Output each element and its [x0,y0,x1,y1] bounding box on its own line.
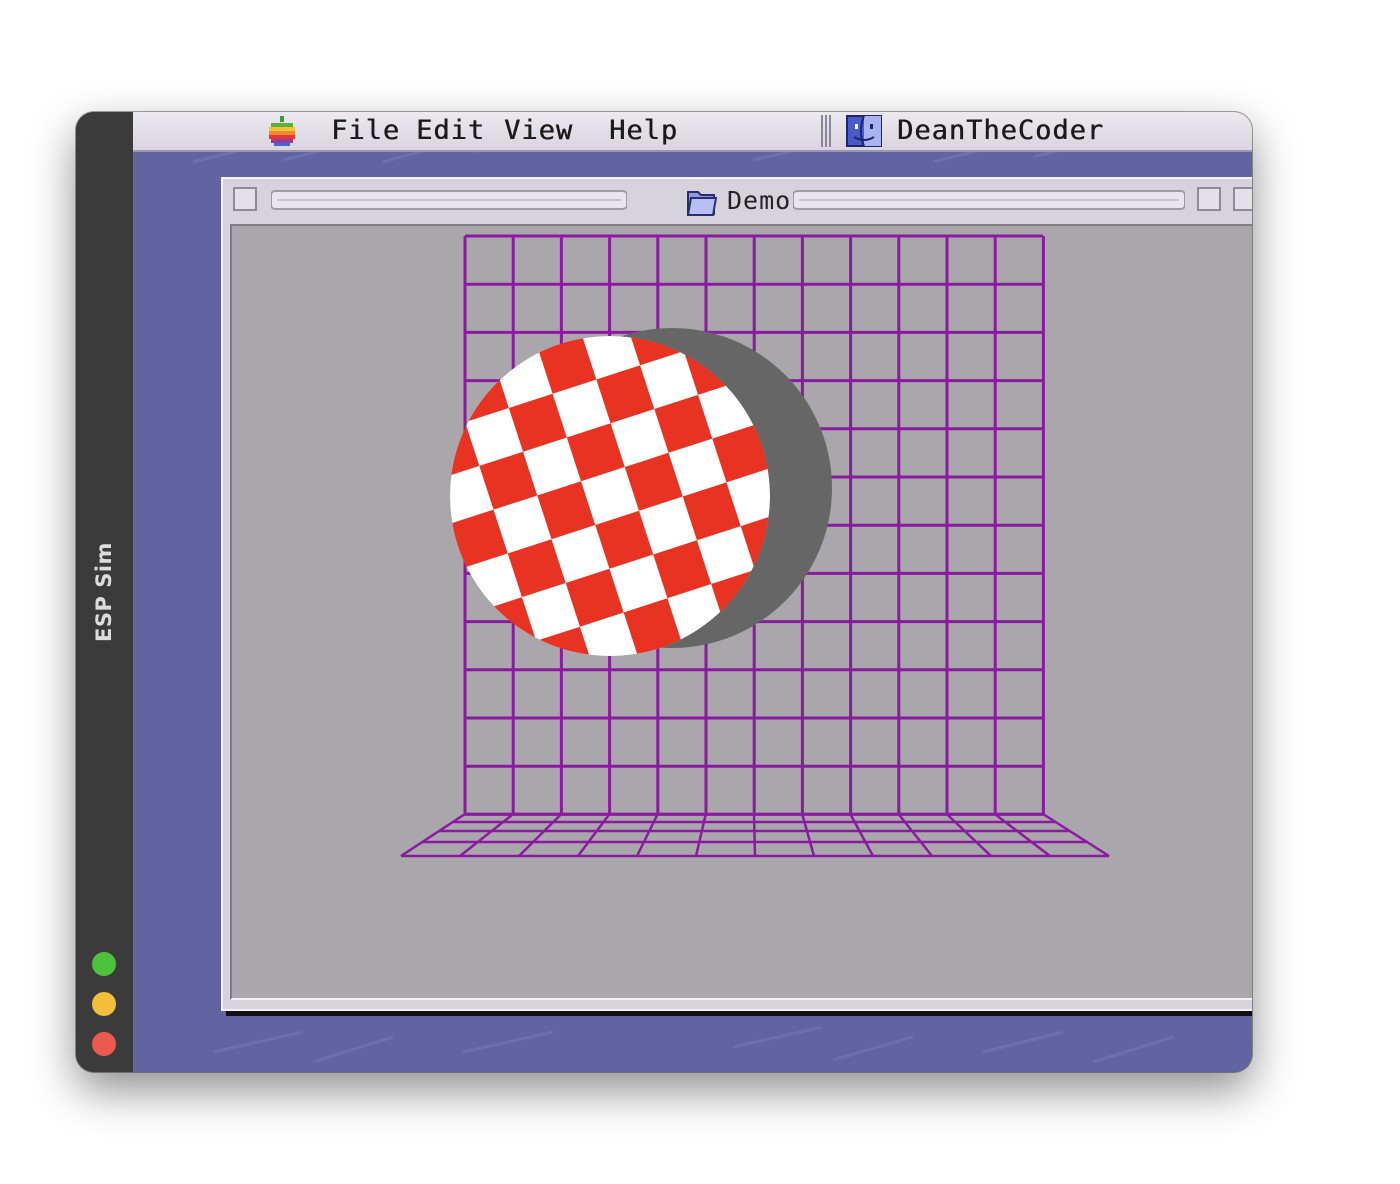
ball-check-square [450,655,507,656]
ball-check-square [480,336,539,365]
zoom-box-button[interactable] [1197,187,1221,211]
ball-check-square [305,363,363,421]
folder-icon [686,191,718,216]
simulator-window: ESP Sim File Edit View Help DeanTheCoder… [76,112,1252,1072]
menu-edit[interactable]: Edit [416,114,485,148]
title-bar-stripes-right [793,190,1185,210]
ball-check-square [477,743,535,801]
ball-check-square [771,308,829,366]
ball-check-square [363,393,421,451]
amiga-ball-demo [305,226,1110,858]
ball-check-square [419,713,477,771]
ball-check-square [335,305,393,363]
menu-view[interactable]: View [504,114,573,148]
ball-check-square [743,226,801,279]
ball-check-square [362,538,420,596]
ball-check-square [685,226,743,249]
ball-check-square [827,629,885,687]
app-name[interactable]: DeanTheCoder [897,114,1104,148]
ball-check-square [652,686,710,744]
ball-check-square [565,714,623,772]
ball-check-square [450,567,479,626]
desktop: File Edit View Help DeanTheCoder Demos [133,112,1252,1072]
window-title-bar[interactable]: Demos [223,179,1252,222]
title-bar-stripes [271,190,627,210]
ball-check-square [594,656,652,714]
finder-icon[interactable] [846,115,882,147]
green-light-button[interactable] [92,952,116,976]
menu-help[interactable]: Help [609,114,678,148]
ball-check-square [740,657,798,715]
collapse-box-button[interactable] [1233,187,1252,211]
ball-check-square [828,483,886,541]
simulator-sidebar: ESP Sim [76,112,133,1072]
ball-check-square [334,451,392,509]
ball-check-square [507,685,565,743]
demo-canvas [230,224,1252,1000]
ball-check-square [392,480,450,538]
ball-check-square [391,626,449,684]
demos-window: Demos [221,177,1252,1011]
ball-check-square [568,278,626,336]
ball-check-square [510,248,568,306]
floor-grid [400,812,1110,858]
ball-check-square [450,336,451,393]
yellow-light-button[interactable] [92,992,116,1016]
ball-check-square [713,336,770,337]
close-box-button[interactable] [233,187,257,211]
menu-file[interactable]: File [331,114,400,148]
apple-logo-icon[interactable] [265,114,299,148]
ball-check-square [597,226,655,278]
menu-separator [821,115,831,147]
menu-bar: File Edit View Help DeanTheCoder [133,112,1252,152]
ball-check-square [769,599,770,656]
red-light-button[interactable] [92,1032,116,1056]
simulator-title: ESP Sim [92,542,116,642]
